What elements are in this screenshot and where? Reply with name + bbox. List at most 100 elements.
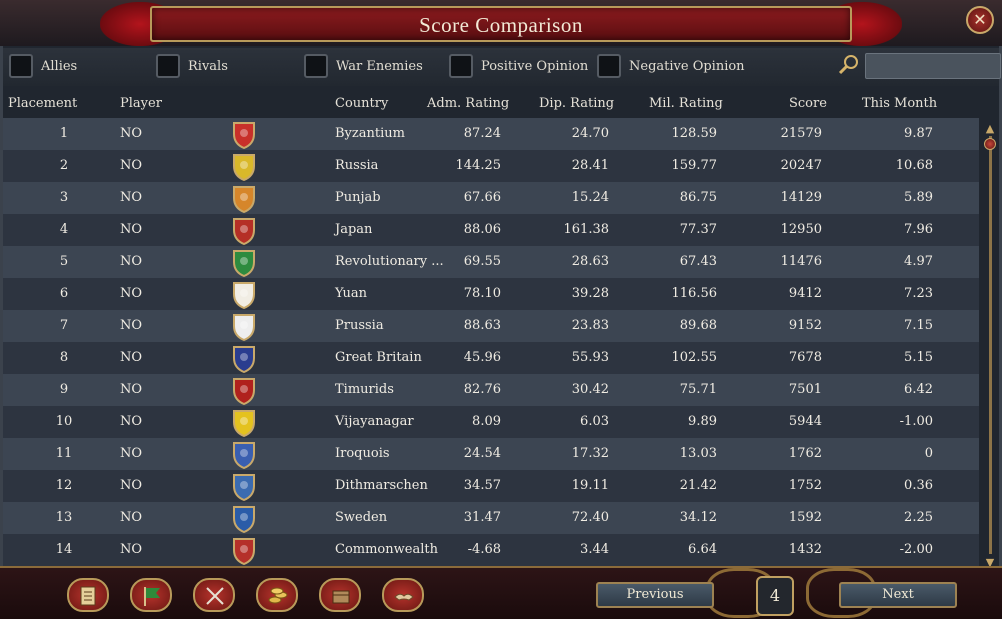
scroll-up-icon[interactable]: ▲ (983, 122, 997, 135)
previous-button[interactable]: Previous (596, 582, 714, 608)
revolutionary-flag-icon (233, 250, 255, 277)
trade-button[interactable] (319, 578, 361, 612)
search-input[interactable] (865, 53, 1001, 79)
cell-placement: 6 (59, 286, 69, 301)
cell-player: NO (120, 542, 143, 557)
filter-label: Positive Opinion (481, 58, 589, 74)
next-button[interactable]: Next (839, 582, 957, 608)
cell-this-month: 0.36 (904, 478, 933, 493)
war-enemies-checkbox[interactable] (304, 54, 328, 78)
cell-player: NO (120, 510, 143, 525)
cell-placement: 11 (55, 446, 73, 461)
cell-placement: 12 (55, 478, 73, 493)
trade-goods-icon (332, 590, 350, 604)
cell-country: Punjab (335, 190, 381, 205)
header-this-month[interactable]: This Month (862, 96, 937, 111)
table-header: Placement Player Country Adm. Rating Dip… (3, 88, 981, 118)
cell-mil-rating: 9.89 (688, 414, 717, 429)
cell-placement: 13 (55, 510, 73, 525)
cell-score: 7501 (788, 382, 822, 397)
table-row[interactable]: 2 NO Russia 144.25 28.41 159.77 20247 10.68 (3, 150, 979, 182)
coins-icon (268, 587, 288, 604)
cell-adm-rating: 82.76 (463, 382, 501, 397)
close-button[interactable]: ✕ (966, 6, 994, 34)
table-row[interactable]: 6 NO Yuan 78.10 39.28 116.56 9412 7.23 (3, 278, 979, 310)
header-adm-rating[interactable]: Adm. Rating (427, 96, 509, 111)
table-row[interactable]: 8 NO Great Britain 45.96 55.93 102.55 7678 5.15 (3, 342, 979, 374)
cell-score: 11476 (780, 254, 822, 269)
cell-adm-rating: 78.10 (463, 286, 501, 301)
cell-score: 9412 (788, 286, 822, 301)
cell-country: Iroquois (335, 446, 390, 461)
header-country[interactable]: Country (335, 96, 388, 111)
cell-this-month: 6.42 (904, 382, 933, 397)
page-number: 4 (756, 576, 794, 616)
allies-checkbox[interactable] (9, 54, 33, 78)
filter-rivals[interactable]: Rivals (156, 53, 228, 79)
cell-score: 1752 (788, 478, 822, 493)
russia-flag-icon (233, 154, 255, 181)
dithmarschen-flag-icon (233, 474, 255, 501)
positive-opinion-checkbox[interactable] (449, 54, 473, 78)
header-dip-rating[interactable]: Dip. Rating (539, 96, 614, 111)
great-britain-flag-icon (233, 346, 255, 373)
table-row[interactable]: 14 NO Commonwealth -4.68 3.44 6.64 1432 -2.00 (3, 534, 979, 566)
prussia-flag-icon (233, 314, 255, 341)
flag-button[interactable] (130, 578, 172, 612)
cell-player: NO (120, 414, 143, 429)
filter-positive-opinion[interactable]: Positive Opinion (449, 53, 588, 79)
cell-dip-rating: 55.93 (571, 350, 609, 365)
military-button[interactable] (193, 578, 235, 612)
table-row[interactable]: 12 NO Dithmarschen 34.57 19.11 21.42 1752 0.36 (3, 470, 979, 502)
filter-allies[interactable]: Allies (9, 53, 77, 79)
filter-negative-opinion[interactable]: Negative Opinion (597, 53, 745, 79)
cell-adm-rating: 31.47 (463, 510, 501, 525)
rivals-checkbox[interactable] (156, 54, 180, 78)
cell-dip-rating: 17.32 (571, 446, 609, 461)
cell-player: NO (120, 158, 143, 173)
cell-country: Dithmarschen (335, 478, 428, 493)
table-row[interactable]: 5 NO Revolutionary ... 69.55 28.63 67.43 11476… (3, 246, 979, 278)
close-icon: ✕ (973, 10, 987, 29)
header-score[interactable]: Score (789, 96, 827, 111)
scrollbar[interactable]: ▲ ▼ (981, 122, 999, 569)
diplomacy-button[interactable] (382, 578, 424, 612)
header-player[interactable]: Player (120, 96, 162, 111)
cell-country: Revolutionary ... (335, 254, 444, 269)
cell-score: 1432 (788, 542, 822, 557)
table-row[interactable]: 1 NO Byzantium 87.24 24.70 128.59 21579 9.87 (3, 118, 979, 150)
cell-this-month: -1.00 (899, 414, 933, 429)
table-row[interactable]: 9 NO Timurids 82.76 30.42 75.71 7501 6.42 (3, 374, 979, 406)
cell-score: 5944 (788, 414, 822, 429)
cell-dip-rating: 15.24 (571, 190, 609, 205)
cell-placement: 2 (59, 158, 69, 173)
table-row[interactable]: 7 NO Prussia 88.63 23.83 89.68 9152 7.15 (3, 310, 979, 342)
cell-this-month: 5.89 (904, 190, 933, 205)
cell-this-month: 2.25 (904, 510, 933, 525)
score-table: 1 NO Byzantium 87.24 24.70 128.59 21579 9.87 2 NO… (3, 118, 979, 566)
cell-player: NO (120, 222, 143, 237)
commonwealth-flag-icon (233, 538, 255, 565)
table-row[interactable]: 11 NO Iroquois 24.54 17.32 13.03 1762 0 (3, 438, 979, 470)
scroll-thumb[interactable] (984, 138, 996, 150)
cell-mil-rating: 159.77 (671, 158, 718, 173)
cell-adm-rating: 45.96 (463, 350, 501, 365)
filter-war-enemies[interactable]: War Enemies (304, 53, 423, 79)
cell-mil-rating: 75.71 (679, 382, 717, 397)
title-bar: Score Comparison ✕ (0, 0, 1002, 46)
cell-player: NO (120, 190, 143, 205)
header-placement[interactable]: Placement (8, 96, 77, 111)
window-title: Score Comparison (419, 13, 583, 37)
table-row[interactable]: 13 NO Sweden 31.47 72.40 34.12 1592 2.25 (3, 502, 979, 534)
search-icon[interactable] (837, 53, 861, 77)
negative-opinion-checkbox[interactable] (597, 54, 621, 78)
header-mil-rating[interactable]: Mil. Rating (649, 96, 723, 111)
economy-button[interactable] (256, 578, 298, 612)
cell-dip-rating: 161.38 (563, 222, 610, 237)
scroll-track[interactable] (989, 136, 992, 554)
table-row[interactable]: 3 NO Punjab 67.66 15.24 86.75 14129 5.89 (3, 182, 979, 214)
table-row[interactable]: 10 NO Vijayanagar 8.09 6.03 9.89 5944 -1.00 (3, 406, 979, 438)
ledger-button[interactable] (67, 578, 109, 612)
cell-this-month: 0 (924, 446, 933, 461)
table-row[interactable]: 4 NO Japan 88.06 161.38 77.37 12950 7.96 (3, 214, 979, 246)
